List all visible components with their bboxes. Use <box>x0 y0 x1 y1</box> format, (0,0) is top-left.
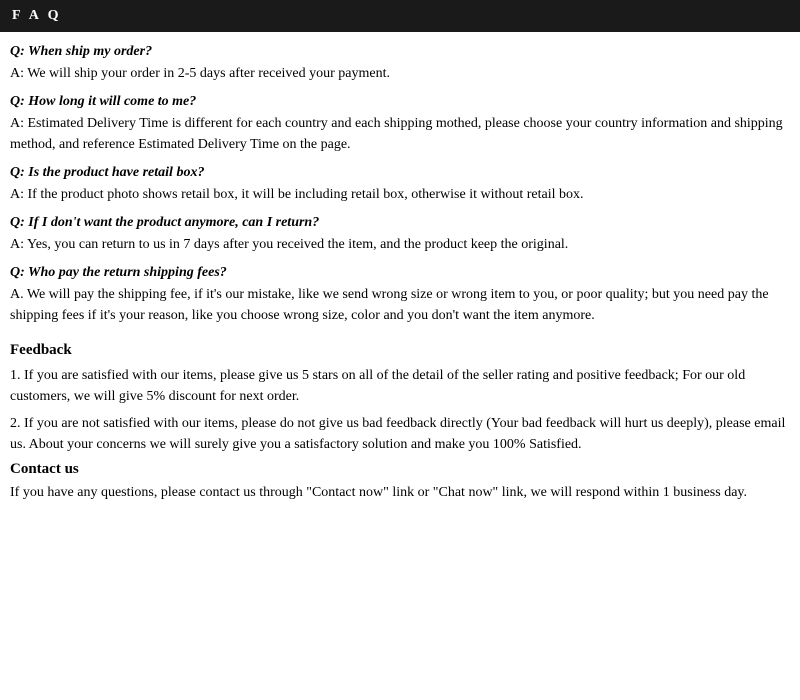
faq-item-1: Q: When ship my order? A: We will ship y… <box>10 44 790 84</box>
faq-item-4: Q: If I don't want the product anymore, … <box>10 215 790 255</box>
faq-section: Q: When ship my order? A: We will ship y… <box>10 44 790 326</box>
faq-item-2: Q: How long it will come to me? A: Estim… <box>10 94 790 155</box>
question-5: Q: Who pay the return shipping fees? <box>10 265 790 281</box>
question-1: Q: When ship my order? <box>10 44 790 60</box>
content-area: Q: When ship my order? A: We will ship y… <box>0 44 800 503</box>
feedback-title: Feedback <box>10 342 790 359</box>
question-2: Q: How long it will come to me? <box>10 94 790 110</box>
faq-title: F A Q <box>12 8 62 23</box>
question-3: Q: Is the product have retail box? <box>10 165 790 181</box>
faq-item-5: Q: Who pay the return shipping fees? A. … <box>10 265 790 326</box>
contact-title: Contact us <box>10 461 790 478</box>
feedback-section: Feedback 1. If you are satisfied with ou… <box>10 342 790 455</box>
faq-item-3: Q: Is the product have retail box? A: If… <box>10 165 790 205</box>
answer-5: A. We will pay the shipping fee, if it's… <box>10 284 790 326</box>
contact-section: Contact us If you have any questions, pl… <box>10 461 790 503</box>
feedback-item-2: 2. If you are not satisfied with our ite… <box>10 413 790 455</box>
answer-4: A: Yes, you can return to us in 7 days a… <box>10 234 790 255</box>
faq-header: F A Q <box>0 0 800 32</box>
contact-text: If you have any questions, please contac… <box>10 482 790 503</box>
feedback-item-1: 1. If you are satisfied with our items, … <box>10 365 790 407</box>
answer-1: A: We will ship your order in 2-5 days a… <box>10 63 790 84</box>
question-4: Q: If I don't want the product anymore, … <box>10 215 790 231</box>
answer-3: A: If the product photo shows retail box… <box>10 184 790 205</box>
answer-2: A: Estimated Delivery Time is different … <box>10 113 790 155</box>
